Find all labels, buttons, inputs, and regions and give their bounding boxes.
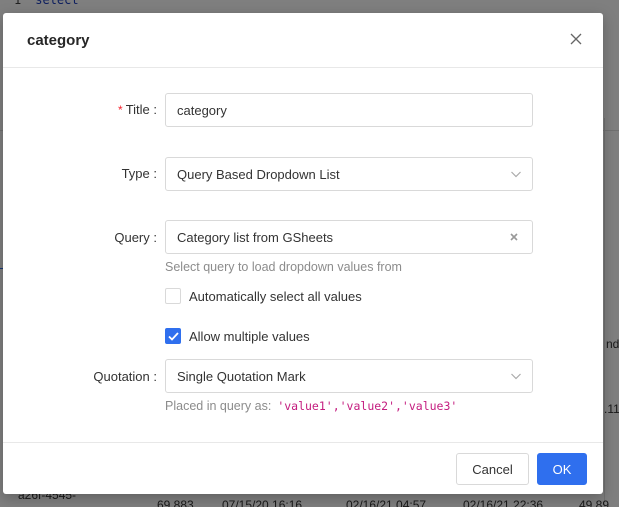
allow-multiple-checkbox-row[interactable]: Allow multiple values (165, 328, 310, 344)
chevron-down-icon (511, 171, 521, 178)
query-select[interactable]: Category list from GSheets (165, 220, 533, 254)
type-select[interactable]: Query Based Dropdown List (165, 157, 533, 191)
ok-button[interactable]: OK (537, 453, 587, 485)
close-icon (570, 33, 582, 45)
quotation-example: 'value1','value2','value3' (277, 399, 458, 413)
title-input[interactable]: category (165, 93, 533, 127)
dialog-header: category (3, 13, 603, 68)
auto-select-checkbox[interactable] (165, 288, 181, 304)
close-button[interactable] (569, 32, 583, 46)
dialog-title: category (27, 31, 90, 49)
title-label-text: Title (125, 102, 150, 117)
quotation-help-text: Placed in query as: 'value1','value2','va… (165, 399, 457, 413)
dialog-footer: Cancel OK (3, 442, 603, 494)
chevron-down-icon (511, 373, 521, 380)
auto-select-label: Automatically select all values (189, 288, 362, 304)
title-label: * Title : (118, 102, 157, 117)
title-input-value: category (177, 102, 227, 118)
checkmark-icon (167, 331, 179, 341)
quotation-select-value: Single Quotation Mark (177, 368, 306, 384)
quotation-label: Quotation : (93, 369, 157, 384)
allow-multiple-checkbox[interactable] (165, 328, 181, 344)
quotation-label-text: Quotation (93, 369, 150, 384)
query-label-text: Query (114, 230, 150, 245)
query-label: Query : (114, 230, 157, 245)
query-help-text: Select query to load dropdown values fro… (165, 260, 402, 274)
required-mark: * (118, 103, 123, 117)
parameter-settings-dialog: category * Title : category Type : Query … (3, 13, 603, 494)
clear-icon[interactable] (509, 232, 519, 242)
type-label-text: Type (121, 166, 150, 181)
quotation-help-label: Placed in query as: (165, 399, 272, 413)
query-select-value: Category list from GSheets (177, 229, 334, 245)
type-select-value: Query Based Dropdown List (177, 166, 340, 182)
type-label: Type : (121, 166, 157, 181)
cancel-button[interactable]: Cancel (456, 453, 529, 485)
quotation-select[interactable]: Single Quotation Mark (165, 359, 533, 393)
auto-select-checkbox-row[interactable]: Automatically select all values (165, 288, 362, 304)
allow-multiple-label: Allow multiple values (189, 328, 310, 344)
